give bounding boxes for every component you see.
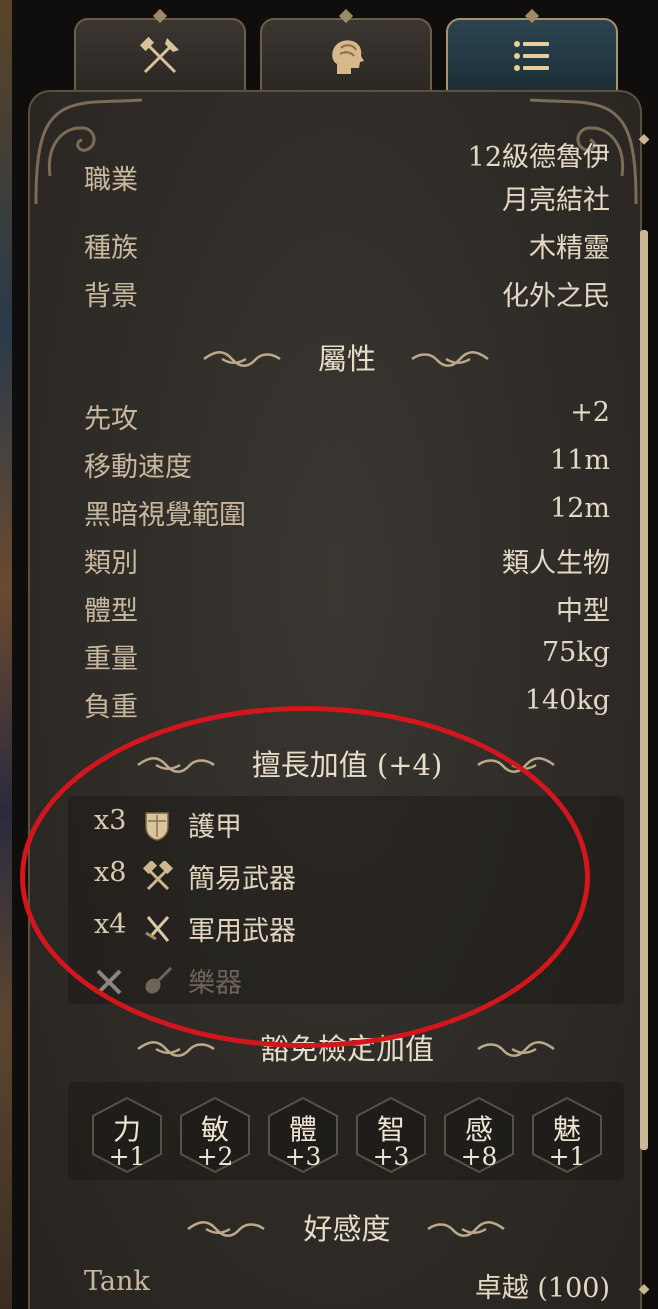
ability-bonus: +3 <box>372 1142 410 1171</box>
attribute-label: 先攻 <box>84 404 138 435</box>
attributes-title: 屬性 <box>317 342 376 376</box>
class-level: 12級德魯伊 <box>467 142 610 173</box>
race-label: 種族 <box>84 233 138 264</box>
saving-throw-cha[interactable]: 魅 +1 <box>529 1096 605 1174</box>
approval-value: 卓越 (100) <box>474 1273 610 1304</box>
class-value: 12級德魯伊 月亮結社 <box>468 136 610 222</box>
attribute-row: 類別 類人生物 <box>84 541 610 580</box>
ability-bonus: +2 <box>196 1142 234 1171</box>
flourish-left-icon <box>187 1221 265 1237</box>
attribute-value: 11m <box>550 445 610 476</box>
approval-row: Tank 卓越 (100) <box>84 1266 610 1304</box>
scroll-up-arrow[interactable]: ◆ <box>637 132 651 146</box>
saving-throw-str[interactable]: 力 +1 <box>89 1096 165 1174</box>
class-label: 職業 <box>84 165 138 196</box>
saving-throw-int[interactable]: 智 +3 <box>353 1096 429 1174</box>
scrollbar-thumb[interactable] <box>640 230 648 1150</box>
attribute-value: 140kg <box>524 685 610 716</box>
approval-header: 好感度 <box>84 1206 610 1252</box>
list-icon <box>514 41 549 71</box>
background-row: 背景 化外之民 <box>84 274 610 313</box>
background-edge <box>0 0 12 1309</box>
flourish-right-icon <box>427 1221 505 1237</box>
attribute-row: 先攻 +2 <box>84 397 610 436</box>
race-row: 種族 木精靈 <box>84 226 610 265</box>
attributes-header: 屬性 <box>84 336 610 382</box>
attribute-value: 類人生物 <box>502 548 610 579</box>
saving-throw-wis[interactable]: 感 +8 <box>441 1096 517 1174</box>
annotation-circle <box>20 706 590 1048</box>
attribute-value: 75kg <box>541 637 610 668</box>
saving-throw-con[interactable]: 體 +3 <box>265 1096 341 1174</box>
attribute-value: 中型 <box>556 596 610 627</box>
attribute-row: 重量 75kg <box>84 637 610 676</box>
scroll-down-arrow[interactable]: ◆ <box>637 1282 651 1296</box>
attribute-row: 黑暗視覺範圍 12m <box>84 493 610 532</box>
background-label: 背景 <box>84 281 138 312</box>
saving-throw-dex[interactable]: 敏 +2 <box>177 1096 253 1174</box>
attribute-row: 體型 中型 <box>84 589 610 628</box>
ability-bonus: +1 <box>108 1142 146 1171</box>
flourish-right-icon <box>411 351 489 367</box>
attribute-label: 重量 <box>84 644 138 675</box>
head-profile-icon <box>332 40 364 74</box>
attribute-label: 負重 <box>84 692 138 723</box>
flourish-right-icon <box>477 1041 555 1057</box>
flourish-left-icon <box>137 1041 215 1057</box>
tab-details[interactable] <box>446 8 618 96</box>
ability-bonus: +3 <box>284 1142 322 1171</box>
attribute-label: 類別 <box>84 548 138 579</box>
approval-companion: Tank <box>84 1266 150 1297</box>
attribute-label: 移動速度 <box>84 452 192 483</box>
tab-equipment[interactable] <box>74 8 246 96</box>
class-subclass: 月亮結社 <box>502 185 610 216</box>
attribute-value: 12m <box>550 493 610 524</box>
tab-character[interactable] <box>260 8 432 96</box>
attribute-label: 黑暗視覺範圍 <box>84 500 246 531</box>
attribute-label: 體型 <box>84 596 138 627</box>
approval-title: 好感度 <box>303 1212 391 1246</box>
attribute-value: +2 <box>570 397 610 428</box>
ability-bonus: +8 <box>460 1142 498 1171</box>
flourish-left-icon <box>203 351 281 367</box>
tab-gem <box>524 8 540 24</box>
attribute-row: 移動速度 11m <box>84 445 610 484</box>
race-value: 木精靈 <box>529 233 610 264</box>
tab-gem <box>152 8 168 24</box>
ability-bonus: +1 <box>548 1142 586 1171</box>
tab-gem <box>338 8 354 24</box>
axe-hammer-icon <box>139 36 179 74</box>
background-value: 化外之民 <box>502 281 610 312</box>
